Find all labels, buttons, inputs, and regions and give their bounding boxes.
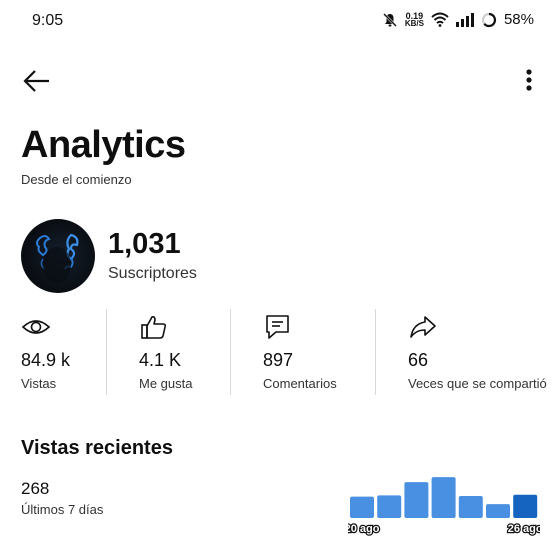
recent-views-title: Vistas recientes <box>21 437 173 459</box>
arrow-left-icon <box>23 70 49 92</box>
recent-views-label: Últimos 7 días <box>21 502 104 517</box>
stat-comments-label: Comentarios <box>263 376 337 391</box>
chart-bar-26-ago[interactable] <box>513 494 538 518</box>
recent-views-chart[interactable]: 20 ago 26 ago <box>348 470 540 542</box>
chart-bar-20-ago[interactable] <box>350 496 374 518</box>
status-time: 9:05 <box>32 12 64 29</box>
channel-avatar[interactable] <box>21 219 95 293</box>
back-button[interactable] <box>20 64 54 98</box>
stat-likes-label: Me gusta <box>139 376 193 391</box>
subscriber-label: Suscriptores <box>108 265 197 282</box>
chart-bar-24-ago[interactable] <box>458 496 483 518</box>
page-subtitle: Desde el comienzo <box>21 172 132 187</box>
stat-shares[interactable]: 66 Veces que se compartió <box>408 308 560 396</box>
stats-divider <box>106 309 107 395</box>
network-speed-unit: KB/S <box>404 18 424 28</box>
chart-bar-21-ago[interactable] <box>377 495 402 518</box>
more-options-button[interactable] <box>514 64 544 98</box>
mute-bell-icon <box>382 12 397 27</box>
signal-icon <box>455 12 474 27</box>
battery-ring-icon <box>481 12 497 27</box>
stats-divider <box>375 309 376 395</box>
chart-x-tick-label: 26 ago <box>508 523 540 535</box>
page-title: Analytics <box>21 124 186 166</box>
recent-views-value: 268 <box>21 479 50 498</box>
stats-divider <box>230 309 231 395</box>
wifi-icon <box>431 12 449 27</box>
stats-row: 84.9 k Vistas 4.1 K Me gusta 897 Comenta… <box>0 308 560 396</box>
top-app-bar <box>0 60 560 100</box>
stat-comments-value: 897 <box>263 350 294 370</box>
chart-x-tick-label: 20 ago <box>348 523 380 535</box>
thumbs-up-icon <box>141 316 167 339</box>
battery-percentage: 58% <box>503 11 534 28</box>
chart-bar-25-ago[interactable] <box>486 504 510 518</box>
stat-views-value: 84.9 k <box>21 350 71 370</box>
avatar-artwork <box>36 233 79 283</box>
eye-icon <box>21 320 51 334</box>
subscriber-count: 1,031 <box>108 228 181 260</box>
share-icon <box>410 316 436 338</box>
status-bar: 9:05 0.19 KB/S 58% <box>0 0 560 44</box>
stat-shares-label: Veces que se compartió <box>408 376 547 391</box>
chart-bar-23-ago[interactable] <box>431 477 456 518</box>
more-vertical-icon <box>526 69 532 91</box>
stat-likes-value: 4.1 K <box>139 350 182 370</box>
chart-bar-22-ago[interactable] <box>404 482 429 518</box>
status-icons: 0.19 KB/S 58% <box>382 11 534 28</box>
comment-icon <box>266 315 289 339</box>
stat-shares-value: 66 <box>408 350 429 370</box>
stat-views-label: Vistas <box>21 376 57 391</box>
network-speed: 0.19 KB/S <box>404 11 424 28</box>
